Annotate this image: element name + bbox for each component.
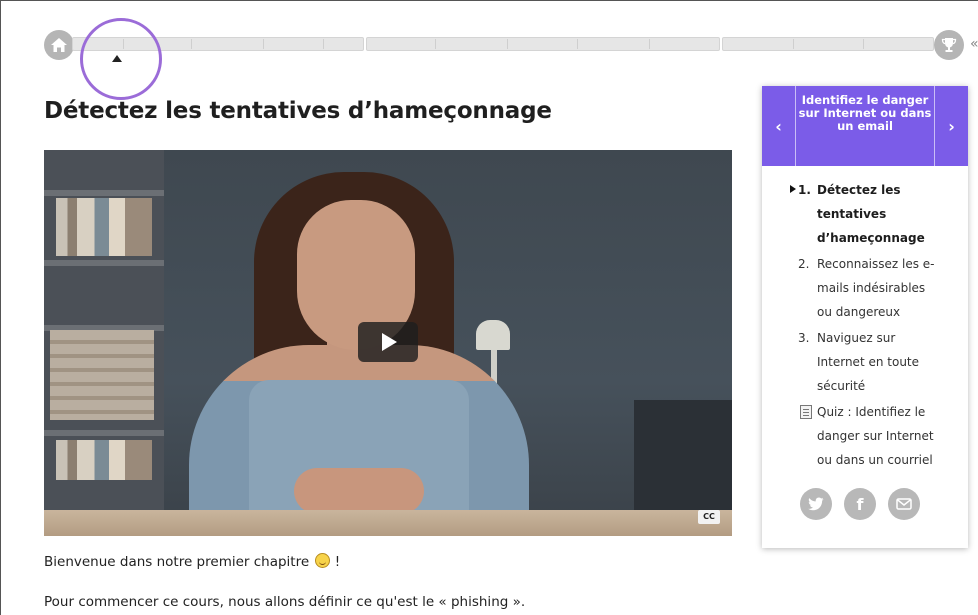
play-button[interactable] xyxy=(358,322,418,362)
smiley-emoji-icon xyxy=(315,553,331,568)
email-share-button[interactable] xyxy=(888,488,920,520)
next-part-button[interactable]: › xyxy=(934,86,968,166)
chapter-number: 3. xyxy=(798,331,810,345)
video-player[interactable]: CC xyxy=(44,150,732,536)
share-buttons: f xyxy=(800,488,930,524)
chapter-line: Internet en toute xyxy=(817,355,920,369)
chapter-line: mails indésirables xyxy=(817,281,926,295)
chapter-line: d’hameçonnage xyxy=(817,231,925,245)
twitter-share-button[interactable] xyxy=(800,488,832,520)
part-title[interactable]: Identifiez le danger sur Internet ou dan… xyxy=(796,94,934,133)
previous-part-button[interactable]: ‹ xyxy=(762,86,796,166)
chapter-line: Détectez les xyxy=(817,183,901,197)
email-icon xyxy=(896,498,912,510)
chapter-number: 2. xyxy=(798,257,810,271)
chapter-line: Naviguez sur xyxy=(817,331,896,345)
current-chapter-arrow-icon xyxy=(790,185,796,193)
chevron-left-icon: ‹ xyxy=(775,116,782,136)
video-lamp xyxy=(476,320,510,350)
facebook-icon: f xyxy=(856,494,864,514)
chapter-line: ou dangereux xyxy=(817,305,901,319)
intro-text: Bienvenue dans notre premier chapitre xyxy=(44,554,310,570)
closed-captions-button[interactable]: CC xyxy=(698,510,720,524)
quiz-line: ou dans un courriel xyxy=(817,453,933,467)
quiz-line: Quiz : Identifiez le xyxy=(817,405,926,419)
part-header: ‹ Identifiez le danger sur Internet ou d… xyxy=(762,86,968,166)
quiz-item[interactable]: Quiz : Identifiez le danger sur Internet… xyxy=(762,400,968,472)
intro-paragraph: Bienvenue dans notre premier chapitre ! xyxy=(44,553,340,570)
progress-segment-part3[interactable] xyxy=(722,37,934,51)
chapter-item-2[interactable]: 2. Reconnaissez les e- mails indésirable… xyxy=(762,252,968,324)
course-outline-sidebar: ‹ Identifiez le danger sur Internet ou d… xyxy=(762,86,968,548)
course-progress-bar: « xyxy=(44,26,978,66)
twitter-icon xyxy=(808,497,824,511)
video-bookshelf xyxy=(44,150,164,536)
video-sideboard xyxy=(634,400,732,510)
chevron-right-icon: › xyxy=(948,116,955,136)
chapter-line: sécurité xyxy=(817,379,866,393)
chapter-number: 1. xyxy=(798,183,811,197)
progress-trail-char: « xyxy=(970,36,978,52)
chapter-line: Reconnaissez les e- xyxy=(817,257,935,271)
trophy-icon xyxy=(941,38,957,52)
chapter-line: tentatives xyxy=(817,207,887,221)
intro-text-end: ! xyxy=(330,554,341,570)
highlight-circle xyxy=(80,18,162,100)
chapter-item-1[interactable]: 1. Détectez les tentatives d’hameçonnage xyxy=(762,178,968,250)
home-icon xyxy=(51,38,67,52)
trophy-button[interactable] xyxy=(934,30,964,60)
page-title: Détectez les tentatives d’hameçonnage xyxy=(44,98,552,124)
chapter-item-3[interactable]: 3. Naviguez sur Internet en toute sécuri… xyxy=(762,326,968,398)
progress-track xyxy=(72,37,934,51)
progress-segment-part2[interactable] xyxy=(366,37,720,51)
facebook-share-button[interactable]: f xyxy=(844,488,876,520)
quiz-icon xyxy=(800,405,812,419)
play-icon xyxy=(382,333,397,351)
definition-paragraph: Pour commencer ce cours, nous allons déf… xyxy=(44,594,526,610)
home-button[interactable] xyxy=(44,30,74,60)
quiz-line: danger sur Internet xyxy=(817,429,934,443)
video-table xyxy=(44,510,732,536)
